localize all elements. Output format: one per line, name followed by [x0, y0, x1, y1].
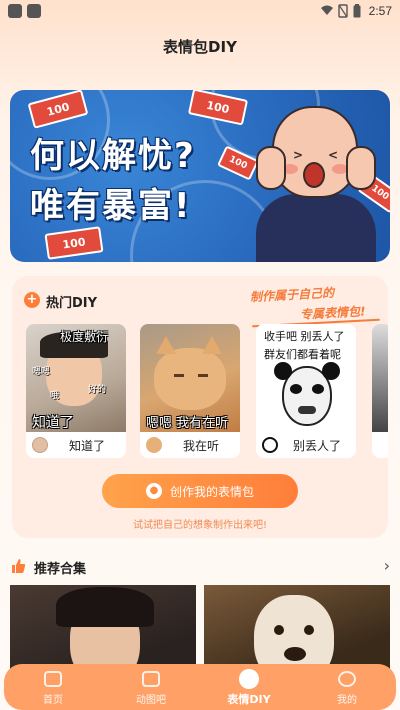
meme-caption-top: 极度敷衍	[60, 330, 109, 344]
banner-headline-2: 唯有暴富!	[30, 186, 192, 226]
meme-name: 知道了	[68, 438, 105, 453]
kid-eye: <	[328, 148, 339, 162]
kid-eye: >	[293, 148, 304, 162]
meme-card[interactable]: 嗯嗯 我有在听 我在听	[140, 324, 240, 458]
banner-headline-1: 何以解忧?	[30, 136, 196, 176]
meme-image-panda: 收手吧 别丢人了 群友们都看着呢	[256, 324, 356, 432]
create-hint-text: 试试把自己的想象制作出来吧!	[132, 520, 267, 531]
meme-caption: 知道了	[32, 415, 74, 431]
chevron-right-icon[interactable]: ›	[384, 556, 390, 575]
create-meme-button[interactable]: ● 创作我的表情包	[102, 474, 298, 508]
meme-small-text: 好的	[88, 385, 107, 395]
money-bill-icon: 100	[44, 226, 104, 260]
smile-icon	[239, 669, 259, 689]
clock-time: 2:57	[368, 4, 392, 18]
plus-icon: +	[24, 292, 40, 308]
create-meme-label: 创作我的表情包	[169, 484, 254, 499]
lightbulb-icon: ●	[145, 483, 162, 499]
meme-caption: 嗯嗯 我有在听	[146, 416, 229, 431]
notification-app-icon	[8, 4, 22, 18]
meme-caption-line-1: 收手吧 别丢人了	[264, 330, 345, 343]
kid-hand	[256, 146, 286, 190]
meme-footer: 知道了	[26, 432, 126, 458]
battery-icon	[353, 4, 361, 18]
hot-diy-card: + 热门DIY 制作属于自己的 专属表情包! 极度敷衍 嗯嗯 哦 好的 知道了 …	[12, 276, 388, 538]
meme-footer: 别丢人了	[256, 432, 356, 458]
recommend-title: 推荐合集	[34, 562, 87, 577]
gif-icon	[142, 671, 160, 687]
tab-label: 首页	[43, 695, 63, 706]
tab-label: 我的	[337, 695, 357, 706]
avatar	[146, 437, 162, 453]
kid-body-illustration	[256, 194, 376, 262]
tab-profile[interactable]: 我的	[298, 664, 396, 710]
tab-label: 动图吧	[136, 695, 166, 706]
slogan-line-1: 制作属于自己的	[249, 285, 335, 305]
meme-card[interactable]	[372, 324, 388, 458]
meme-card[interactable]: 极度敷衍 嗯嗯 哦 好的 知道了 知道了	[26, 324, 126, 458]
meme-carousel[interactable]: 极度敷衍 嗯嗯 哦 好的 知道了 知道了 嗯嗯 我有在听 我在听 收手吧 别丢人…	[26, 324, 388, 460]
meme-caption-line-2: 群友们都看着呢	[264, 348, 341, 361]
tab-meme-diy[interactable]: 表情DIY	[200, 664, 298, 710]
page-title: 表情包DIY	[163, 38, 237, 56]
no-sim-icon	[338, 4, 348, 18]
meme-image	[372, 324, 388, 432]
meme-small-text: 嗯嗯	[32, 367, 51, 377]
tab-gif[interactable]: 动图吧	[102, 664, 200, 710]
kid-hand	[346, 146, 376, 190]
bottom-tab-bar: 首页 动图吧 表情DIY 我的	[4, 664, 396, 710]
kid-mouth	[303, 162, 325, 188]
meme-name: 我在听	[182, 438, 219, 453]
thumbs-up-icon	[12, 559, 26, 573]
tab-label: 表情DIY	[227, 693, 271, 706]
promo-banner[interactable]: 100 100 100 100 100 何以解忧? 唯有暴富! > <	[10, 90, 390, 262]
avatar	[32, 437, 48, 453]
meme-footer: 我在听	[140, 432, 240, 458]
notification-app-icon	[27, 4, 41, 18]
wifi-icon	[321, 5, 333, 15]
tab-home[interactable]: 首页	[4, 664, 102, 710]
meme-name: 别丢人了	[292, 438, 341, 453]
meme-small-text: 哦	[50, 391, 60, 401]
status-bar: 2:57	[0, 0, 400, 24]
meme-card[interactable]: 收手吧 别丢人了 群友们都看着呢 别丢人了	[256, 324, 356, 458]
avatar	[262, 437, 278, 453]
home-icon	[44, 671, 62, 687]
profile-icon	[338, 671, 356, 687]
hot-diy-title: 热门DIY	[46, 296, 98, 311]
